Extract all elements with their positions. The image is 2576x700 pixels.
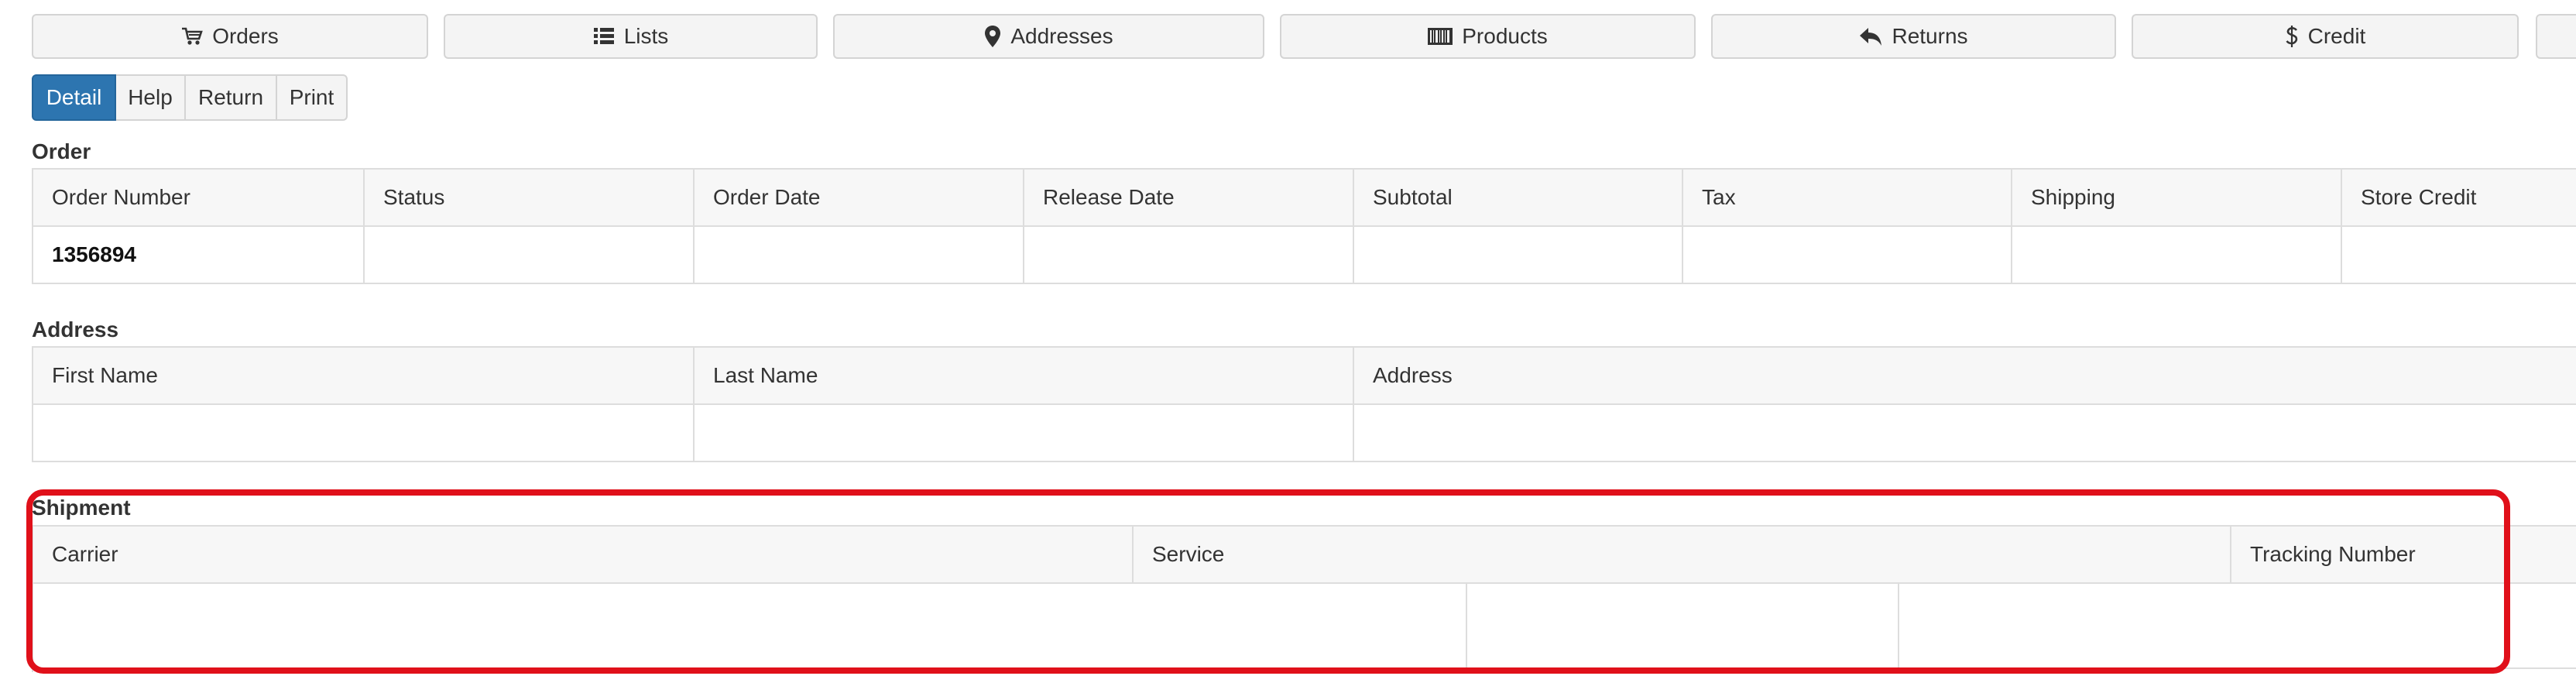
- order-date-value: [693, 225, 1024, 284]
- order-header-row: Order Number Status Order Date Release D…: [32, 168, 2576, 227]
- orders-button[interactable]: Orders: [32, 14, 428, 59]
- view-tab-group: Detail Help Return Print: [32, 74, 348, 121]
- order-section-title: Order: [32, 139, 91, 163]
- column-header-service: Service: [1132, 525, 2231, 584]
- barcode-icon: [1428, 27, 1453, 46]
- orders-label: Orders: [212, 24, 279, 48]
- column-header-first-name: First Name: [32, 346, 695, 405]
- column-header-last-name: Last Name: [693, 346, 1354, 405]
- column-header-tracking-number: Tracking Number: [2230, 525, 2576, 584]
- lists-button[interactable]: Lists: [444, 14, 818, 59]
- column-header-release-date: Release Date: [1023, 168, 1354, 227]
- column-header-store-credit: Store Credit: [2341, 168, 2576, 227]
- tab-print[interactable]: Print: [276, 74, 348, 121]
- lists-label: Lists: [623, 24, 669, 48]
- returns-label: Returns: [1892, 24, 1968, 48]
- map-marker-icon: [984, 25, 1001, 48]
- shipment-section-title: Shipment: [32, 496, 131, 520]
- column-header-status: Status: [363, 168, 695, 227]
- release-date-value: [1023, 225, 1354, 284]
- last-name-value: [693, 403, 1354, 462]
- column-header-shipping: Shipping: [2011, 168, 2342, 227]
- order-table: Order Number Status Order Date Release D…: [32, 168, 2576, 284]
- table-row: 1356894: [32, 225, 2576, 284]
- column-header-subtotal: Subtotal: [1353, 168, 1683, 227]
- shipment-body: [32, 582, 2576, 672]
- products-label: Products: [1462, 24, 1548, 48]
- tab-return[interactable]: Return: [184, 74, 277, 121]
- address-value: [1353, 403, 2576, 462]
- shipping-value: [2011, 225, 2342, 284]
- reply-arrow-icon: [1859, 26, 1882, 46]
- table-row: [32, 403, 2576, 462]
- subtotal-value: [1353, 225, 1683, 284]
- tab-help[interactable]: Help: [115, 74, 186, 121]
- more-nav-button[interactable]: [2536, 14, 2576, 59]
- column-header-address: Address: [1353, 346, 2576, 405]
- returns-button[interactable]: Returns: [1711, 14, 2116, 59]
- addresses-label: Addresses: [1010, 24, 1113, 48]
- addresses-button[interactable]: Addresses: [833, 14, 1264, 59]
- cart-icon: [181, 26, 204, 46]
- order-number-value: 1356894: [32, 225, 365, 284]
- column-header-order-date: Order Date: [693, 168, 1024, 227]
- tax-value: [1682, 225, 2012, 284]
- credit-label: Credit: [2307, 24, 2366, 48]
- status-value: [363, 225, 695, 284]
- credit-button[interactable]: Credit: [2132, 14, 2519, 59]
- store-credit-value: [2341, 225, 2576, 284]
- address-table: First Name Last Name Address: [32, 346, 2576, 462]
- shipment-empty-cell: [1898, 582, 2576, 669]
- address-header-row: First Name Last Name Address: [32, 346, 2576, 405]
- shipment-table: Carrier Service Tracking Number: [32, 525, 2576, 584]
- shipment-header-row: Carrier Service Tracking Number: [32, 525, 2576, 584]
- products-button[interactable]: Products: [1280, 14, 1696, 59]
- column-header-tax: Tax: [1682, 168, 2012, 227]
- list-icon: [593, 26, 615, 46]
- dollar-icon: [2285, 25, 2299, 48]
- column-header-order-number: Order Number: [32, 168, 365, 227]
- tab-detail[interactable]: Detail: [32, 74, 116, 121]
- address-section-title: Address: [32, 317, 119, 341]
- first-name-value: [32, 403, 695, 462]
- shipment-empty-cell: [1466, 582, 1899, 669]
- column-header-carrier: Carrier: [32, 525, 1134, 584]
